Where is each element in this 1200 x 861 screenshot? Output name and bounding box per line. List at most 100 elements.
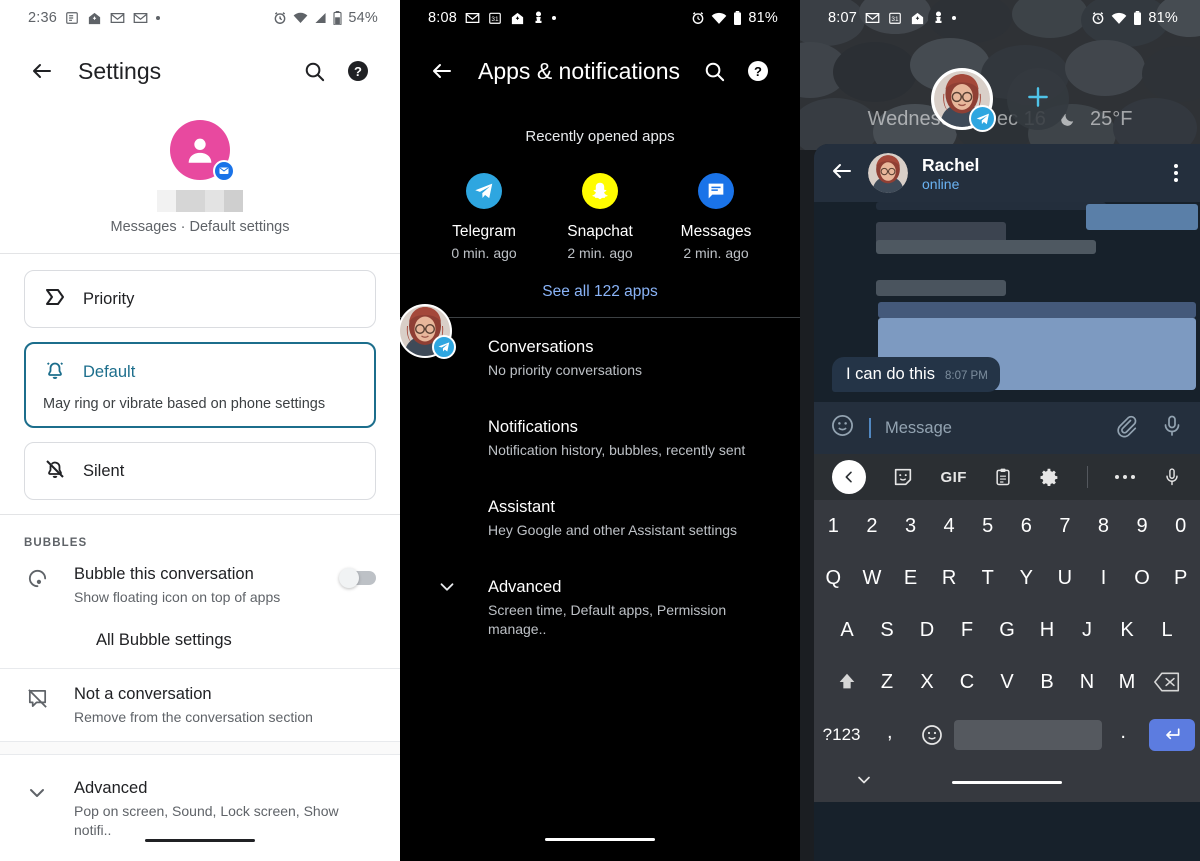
recent-app-snapchat[interactable]: Snapchat 2 min. ago: [545, 173, 655, 261]
gif-icon[interactable]: GIF: [940, 469, 967, 486]
sticker-icon[interactable]: [892, 466, 914, 488]
add-bubble-button[interactable]: [1007, 68, 1069, 130]
app-name: Snapchat: [567, 223, 633, 240]
more-dot-icon: [156, 16, 161, 20]
key-6[interactable]: 6: [1007, 515, 1046, 538]
key-s[interactable]: S: [867, 619, 907, 642]
key-d[interactable]: D: [907, 619, 947, 642]
back-icon[interactable]: [20, 49, 64, 93]
key-u[interactable]: U: [1046, 567, 1085, 590]
link-all-bubble-settings[interactable]: All Bubble settings: [0, 621, 400, 668]
recent-app-messages[interactable]: Messages 2 min. ago: [661, 173, 771, 261]
key-t[interactable]: T: [968, 567, 1007, 590]
search-icon[interactable]: [292, 49, 336, 93]
message-input-bar[interactable]: Message: [814, 402, 1200, 454]
telegram-chat-window: Rachel online I can do this 8:07 PM Mess…: [814, 144, 1200, 861]
key-x[interactable]: X: [907, 671, 947, 694]
space-key[interactable]: [953, 720, 1102, 750]
battery-percent: 81%: [1148, 10, 1178, 26]
key-9[interactable]: 9: [1123, 515, 1162, 538]
key-i[interactable]: I: [1084, 567, 1123, 590]
key-p[interactable]: P: [1161, 567, 1200, 590]
key-w[interactable]: W: [853, 567, 892, 590]
recent-app-telegram[interactable]: Telegram 0 min. ago: [429, 173, 539, 261]
chevron-down-icon[interactable]: [854, 770, 874, 795]
key-3[interactable]: 3: [891, 515, 930, 538]
key-m[interactable]: M: [1107, 671, 1147, 694]
see-all-apps-link[interactable]: See all 122 apps: [400, 261, 800, 317]
row-notifications[interactable]: Notifications Notification history, bubb…: [400, 398, 800, 478]
key-o[interactable]: O: [1123, 567, 1162, 590]
svg-text:?: ?: [754, 64, 762, 79]
app-time: 2 min. ago: [567, 245, 633, 261]
key-j[interactable]: J: [1067, 619, 1107, 642]
importance-card-priority[interactable]: Priority: [24, 270, 376, 328]
key-2[interactable]: 2: [853, 515, 892, 538]
search-icon[interactable]: [692, 49, 736, 93]
nav-gesture-bar-1[interactable]: [0, 839, 400, 842]
key-1[interactable]: 1: [814, 515, 853, 538]
shift-icon[interactable]: [827, 671, 867, 693]
microphone-icon[interactable]: [1160, 414, 1184, 443]
paperclip-icon[interactable]: [1114, 414, 1138, 443]
floating-chat-bubble[interactable]: [400, 304, 456, 359]
gmail-icon: [865, 12, 880, 24]
key-z[interactable]: Z: [867, 671, 907, 694]
key-7[interactable]: 7: [1046, 515, 1085, 538]
gear-icon[interactable]: [1039, 467, 1060, 488]
key-q[interactable]: Q: [814, 567, 853, 590]
nav-pill[interactable]: [952, 780, 1062, 784]
row-advanced[interactable]: Advanced Screen time, Default apps, Perm…: [400, 558, 800, 657]
back-chevron-icon[interactable]: [832, 460, 866, 494]
row-bubble-this-conversation[interactable]: Bubble this conversation Show floating i…: [0, 549, 400, 621]
chat-title-block[interactable]: Rachel online: [922, 155, 979, 192]
key-b[interactable]: B: [1027, 671, 1067, 694]
message-bubble-incoming[interactable]: I can do this 8:07 PM: [832, 357, 1000, 392]
period-key[interactable]: .: [1102, 721, 1145, 750]
back-icon[interactable]: [420, 49, 464, 93]
row-assistant[interactable]: Assistant Hey Google and other Assistant…: [400, 478, 800, 558]
importance-card-default[interactable]: Default May ring or vibrate based on pho…: [24, 342, 376, 428]
key-l[interactable]: L: [1147, 619, 1187, 642]
key-y[interactable]: Y: [1007, 567, 1046, 590]
key-n[interactable]: N: [1067, 671, 1107, 694]
key-f[interactable]: F: [947, 619, 987, 642]
importance-card-silent[interactable]: Silent: [24, 442, 376, 500]
chat-avatar[interactable]: [868, 153, 908, 193]
row-conversations[interactable]: Conversations No priority conversations: [400, 318, 800, 398]
keyboard-row-qwerty: Q W E R T Y U I O P: [814, 552, 1200, 604]
key-h[interactable]: H: [1027, 619, 1067, 642]
key-4[interactable]: 4: [930, 515, 969, 538]
bubble-toggle[interactable]: [339, 568, 376, 588]
bubble-rachel[interactable]: [931, 68, 996, 132]
symbols-key[interactable]: ?123: [814, 725, 869, 745]
comma-key[interactable]: ,: [869, 721, 910, 750]
more-icon[interactable]: [1114, 473, 1136, 481]
emoji-icon[interactable]: [911, 723, 954, 747]
key-c[interactable]: C: [947, 671, 987, 694]
backspace-icon[interactable]: [1147, 672, 1187, 692]
key-5[interactable]: 5: [968, 515, 1007, 538]
help-icon[interactable]: ?: [736, 49, 780, 93]
key-r[interactable]: R: [930, 567, 969, 590]
emoji-icon[interactable]: [830, 413, 855, 443]
clipboard-icon[interactable]: [993, 467, 1013, 487]
back-icon[interactable]: [830, 159, 854, 188]
key-g[interactable]: G: [987, 619, 1027, 642]
message-input[interactable]: Message: [885, 419, 952, 438]
microphone-icon[interactable]: [1162, 467, 1182, 487]
enter-key[interactable]: [1145, 719, 1200, 751]
row-not-a-conversation[interactable]: Not a conversation Remove from the conve…: [0, 669, 400, 741]
overflow-menu-icon[interactable]: [1166, 156, 1186, 190]
key-8[interactable]: 8: [1084, 515, 1123, 538]
key-e[interactable]: E: [891, 567, 930, 590]
key-a[interactable]: A: [827, 619, 867, 642]
help-icon[interactable]: ?: [336, 49, 380, 93]
key-k[interactable]: K: [1107, 619, 1147, 642]
status-bar-2: 8:08 31 81%: [400, 0, 800, 36]
nav-gesture-bar-2[interactable]: [400, 838, 800, 841]
key-0[interactable]: 0: [1161, 515, 1200, 538]
gmail-icon: [465, 12, 480, 24]
key-v[interactable]: V: [987, 671, 1027, 694]
chat-messages-area[interactable]: I can do this 8:07 PM: [814, 202, 1200, 402]
